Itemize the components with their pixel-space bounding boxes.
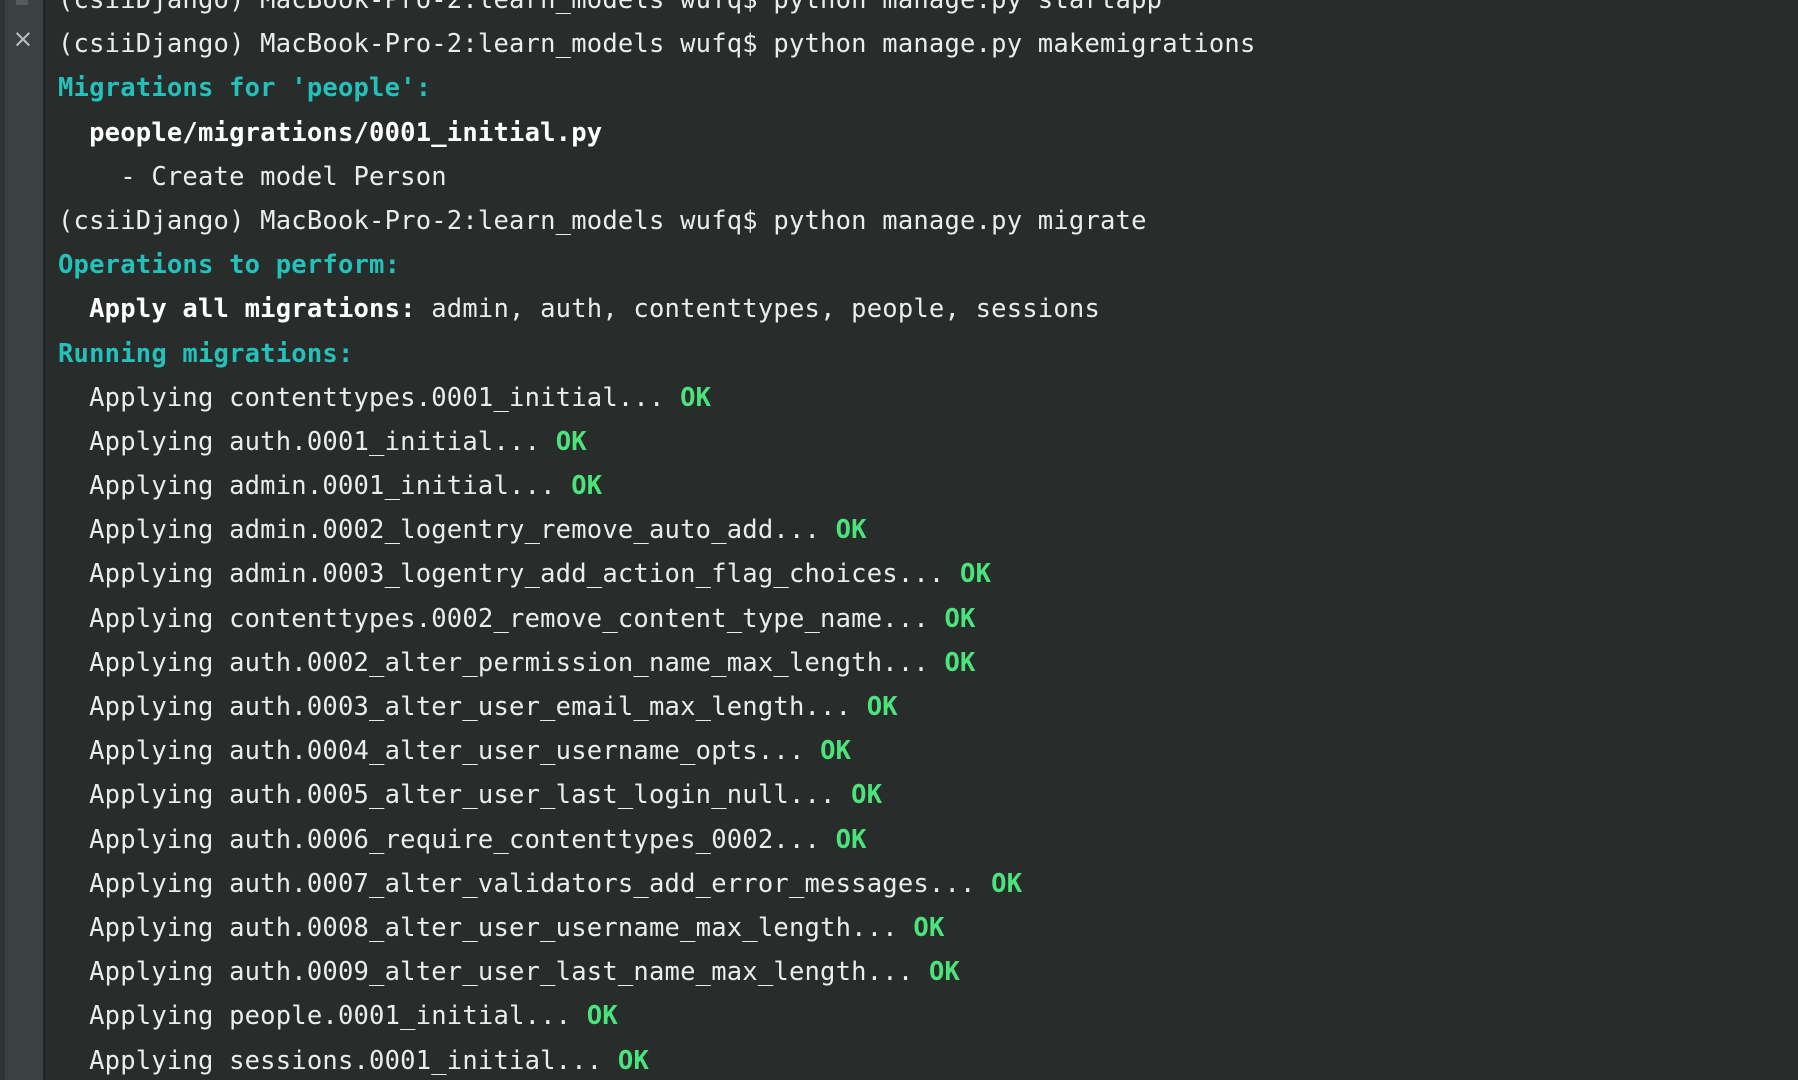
line-apply-auth-0006: Applying auth.0006_require_contenttypes_…	[58, 818, 1798, 862]
line-apply-people-0001: Applying people.0001_initial... OK	[58, 994, 1798, 1038]
line-create-model-person: - Create model Person	[58, 155, 1798, 199]
line-running-migrations: Running migrations:	[58, 332, 1798, 376]
line-apply-contenttypes-0001-seg-0: Applying contenttypes.0001_initial...	[58, 382, 681, 413]
line-apply-contenttypes-0002-seg-1: OK	[944, 603, 976, 634]
line-apply-admin-0003-seg-0: Applying admin.0003_logentry_add_action_…	[58, 559, 961, 590]
close-icon[interactable]: ×	[10, 26, 36, 52]
line-prompt-makemigrations-seg-0: (csiiDjango) MacBook-Pro-2:learn_models …	[58, 29, 1256, 60]
sidebar-gutter: ×	[0, 0, 46, 1080]
line-apply-auth-0003-seg-1: OK	[866, 692, 898, 722]
line-apply-sessions-0001: Applying sessions.0001_initial... OK	[58, 1039, 1798, 1080]
sidebar-tick-mark	[16, 0, 28, 5]
line-apply-auth-0001-seg-0: Applying auth.0001_initial...	[58, 426, 556, 457]
line-apply-auth-0001: Applying auth.0001_initial... OK	[58, 420, 1798, 464]
line-apply-auth-0008-seg-0: Applying auth.0008_alter_user_username_m…	[58, 912, 914, 943]
line-apply-admin-0002: Applying admin.0002_logentry_remove_auto…	[58, 508, 1798, 552]
terminal-output-pane[interactable]: (csiiDjango) MacBook-Pro-2:learn_models …	[46, 0, 1798, 1080]
line-migrations-for-people-seg-0: Migrations for 'people':	[58, 73, 432, 104]
line-apply-auth-0009-seg-0: Applying auth.0009_alter_user_last_name_…	[58, 957, 929, 988]
line-apply-auth-0002-seg-1: OK	[944, 647, 976, 678]
line-apply-contenttypes-0002-seg-0: Applying contenttypes.0002_remove_conten…	[58, 603, 945, 634]
line-apply-auth-0007-seg-0: Applying auth.0007_alter_validators_add_…	[58, 868, 992, 899]
line-apply-admin-0001: Applying admin.0001_initial... OK	[58, 464, 1798, 508]
line-apply-all-migrations-seg-0: Apply all migrations:	[58, 294, 416, 325]
line-apply-auth-0007-seg-1: OK	[991, 868, 1023, 899]
line-apply-sessions-0001-seg-1: OK	[617, 1045, 649, 1076]
line-apply-auth-0006-seg-0: Applying auth.0006_require_contenttypes_…	[58, 824, 836, 855]
line-apply-all-migrations: Apply all migrations: admin, auth, conte…	[58, 287, 1798, 331]
line-apply-auth-0003-seg-0: Applying auth.0003_alter_user_email_max_…	[58, 692, 867, 722]
line-apply-auth-0005-seg-1: OK	[851, 780, 883, 811]
line-apply-contenttypes-0001: Applying contenttypes.0001_initial... OK	[58, 376, 1798, 420]
line-apply-auth-0009-seg-1: OK	[928, 957, 961, 988]
line-migrations-for-people: Migrations for 'people':	[58, 66, 1798, 110]
line-running-migrations-seg-0: Running migrations:	[58, 338, 354, 369]
line-prompt-migrate: (csiiDjango) MacBook-Pro-2:learn_models …	[58, 199, 1798, 243]
line-operations-to-perform-seg-0: Operations to perform:	[58, 250, 401, 281]
line-migration-file: people/migrations/0001_initial.py	[58, 111, 1798, 155]
line-apply-admin-0001-seg-0: Applying admin.0001_initial...	[58, 471, 572, 502]
line-apply-auth-0004-seg-1: OK	[820, 736, 852, 767]
line-clipped-top-seg-0: (csiiDjango) MacBook-Pro-2:learn_models …	[58, 0, 1163, 15]
line-apply-auth-0004-seg-0: Applying auth.0004_alter_user_username_o…	[58, 736, 821, 767]
line-migration-file-seg-0: people/migrations/0001_initial.py	[58, 117, 603, 148]
line-apply-auth-0007: Applying auth.0007_alter_validators_add_…	[58, 862, 1798, 906]
line-apply-auth-0003: Applying auth.0003_alter_user_email_max_…	[58, 685, 1798, 729]
line-apply-admin-0002-seg-0: Applying admin.0002_logentry_remove_auto…	[58, 515, 836, 546]
line-apply-auth-0005: Applying auth.0005_alter_user_last_login…	[58, 773, 1798, 817]
terminal-window: × (csiiDjango) MacBook-Pro-2:learn_model…	[0, 0, 1798, 1080]
line-apply-auth-0002: Applying auth.0002_alter_permission_name…	[58, 641, 1798, 685]
line-apply-sessions-0001-seg-0: Applying sessions.0001_initial...	[58, 1045, 618, 1076]
line-apply-admin-0003-seg-1: OK	[960, 559, 992, 590]
line-clipped-top: (csiiDjango) MacBook-Pro-2:learn_models …	[58, 0, 1798, 22]
line-apply-auth-0008: Applying auth.0008_alter_user_username_m…	[58, 906, 1798, 950]
line-apply-contenttypes-0001-seg-1: OK	[680, 382, 712, 413]
line-apply-admin-0002-seg-1: OK	[835, 515, 867, 546]
sidebar-left-edge	[0, 0, 5, 1080]
line-apply-admin-0003: Applying admin.0003_logentry_add_action_…	[58, 552, 1798, 596]
line-prompt-makemigrations: (csiiDjango) MacBook-Pro-2:learn_models …	[58, 22, 1798, 66]
line-apply-people-0001-seg-0: Applying people.0001_initial...	[58, 1001, 587, 1032]
line-apply-auth-0008-seg-1: OK	[913, 912, 945, 943]
line-prompt-migrate-seg-0: (csiiDjango) MacBook-Pro-2:learn_models …	[58, 205, 1147, 236]
line-apply-people-0001-seg-1: OK	[586, 1001, 618, 1032]
line-operations-to-perform: Operations to perform:	[58, 243, 1798, 287]
terminal-scroll-region[interactable]: (csiiDjango) MacBook-Pro-2:learn_models …	[58, 0, 1798, 1080]
line-apply-auth-0009: Applying auth.0009_alter_user_last_name_…	[58, 950, 1798, 994]
line-apply-auth-0006-seg-1: OK	[835, 824, 867, 855]
line-apply-auth-0002-seg-0: Applying auth.0002_alter_permission_name…	[58, 647, 945, 678]
line-apply-all-migrations-seg-1: admin, auth, contenttypes, people, sessi…	[415, 294, 1101, 325]
line-apply-auth-0004: Applying auth.0004_alter_user_username_o…	[58, 729, 1798, 773]
line-apply-auth-0001-seg-1: OK	[555, 426, 587, 457]
line-create-model-person-seg-0: - Create model Person	[58, 161, 447, 192]
line-apply-contenttypes-0002: Applying contenttypes.0002_remove_conten…	[58, 597, 1798, 641]
line-apply-auth-0005-seg-0: Applying auth.0005_alter_user_last_login…	[58, 780, 852, 811]
line-apply-admin-0001-seg-1: OK	[571, 471, 603, 502]
